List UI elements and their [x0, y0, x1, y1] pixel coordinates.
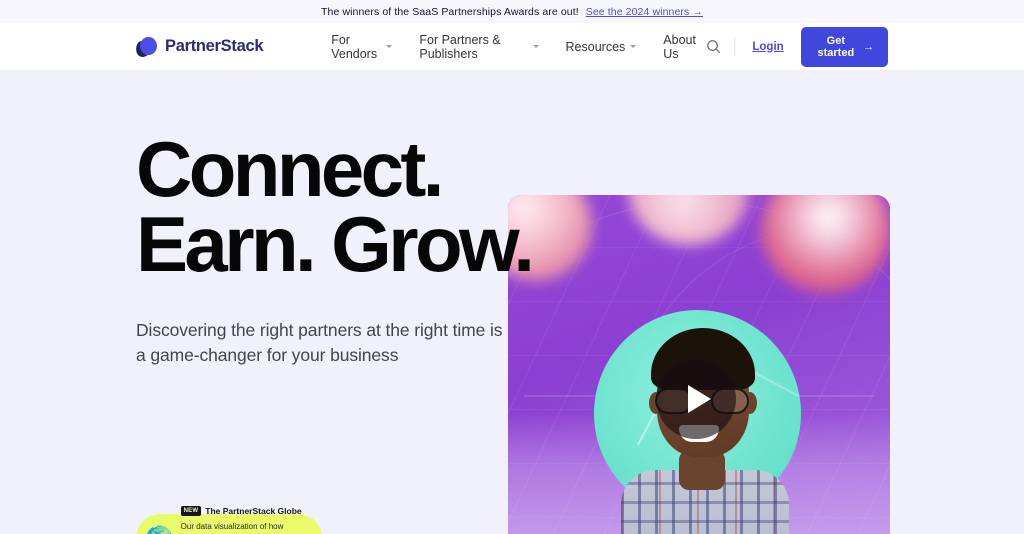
globe-promo-title-row: NEW The PartnerStack Globe: [180, 506, 302, 516]
nav-item-resources[interactable]: Resources: [566, 40, 637, 54]
chevron-down-icon: [386, 45, 393, 48]
arrow-right-icon: →: [298, 530, 312, 534]
brand-logo[interactable]: PartnerStack: [134, 36, 264, 58]
nav-actions: Login Get started →: [703, 26, 888, 67]
nav-item-label: For Partners & Publishers: [419, 32, 501, 61]
partnerstack-sphere-icon: [134, 36, 158, 58]
globe-promo-desc-line-1: Our data visualization of how we: [180, 522, 284, 531]
hero-subheading-line-2: a game-changer for your business: [136, 344, 399, 365]
brand-name: PartnerStack: [165, 37, 264, 55]
globe-promo-description: Our data visualization of how we passed …: [181, 522, 284, 534]
nav-item-for-partners-publishers[interactable]: For Partners & Publishers: [419, 32, 539, 61]
hero-headline-line-2: Earn. Grow.: [136, 199, 535, 288]
nav-links: For Vendors For Partners & Publishers Re…: [331, 33, 703, 61]
announcement-text: The winners of the SaaS Partnerships Awa…: [321, 5, 579, 18]
login-link[interactable]: Login: [752, 41, 783, 53]
nav-item-for-vendors[interactable]: For Vendors: [331, 32, 393, 61]
nav-item-label: About Us: [663, 32, 696, 61]
chevron-down-icon: [630, 45, 637, 48]
main-navigation: PartnerStack For Vendors For Partners & …: [0, 23, 1024, 70]
announcement-link[interactable]: See the 2024 winners →: [586, 6, 703, 18]
nav-divider: [733, 37, 735, 56]
globe-icon: 🌍: [145, 526, 174, 534]
globe-promo-title: The PartnerStack Globe: [205, 506, 302, 516]
get-started-button[interactable]: Get started →: [800, 26, 888, 67]
play-icon: [687, 385, 711, 413]
announcement-banner: The winners of the SaaS Partnerships Awa…: [0, 0, 1024, 23]
new-badge: NEW: [180, 506, 202, 516]
search-icon: [706, 40, 720, 54]
hero-headline-line-1: Connect.: [136, 125, 444, 213]
get-started-label: Get started: [817, 34, 855, 59]
hero-subheading-line-1: Discovering the right partners at the ri…: [136, 319, 503, 340]
arrow-right-icon: →: [863, 40, 874, 53]
nav-item-about-us[interactable]: About Us: [663, 33, 703, 61]
search-button[interactable]: [703, 34, 724, 60]
nav-item-label: Resources: [565, 39, 626, 54]
chevron-down-icon: [532, 45, 539, 48]
hero-copy: Connect. Earn. Grow. Discovering the rig…: [136, 125, 606, 368]
hero-section: Connect. Earn. Grow. Discovering the rig…: [0, 70, 1024, 534]
hero-subheading: Discovering the right partners at the ri…: [136, 318, 586, 368]
play-button[interactable]: [656, 359, 736, 439]
globe-promo-banner[interactable]: 🌍 NEW The PartnerStack Globe Our data vi…: [136, 506, 322, 534]
globe-promo-text: NEW The PartnerStack Globe Our data visu…: [180, 506, 302, 534]
nav-item-label: For Vendors: [331, 32, 378, 61]
